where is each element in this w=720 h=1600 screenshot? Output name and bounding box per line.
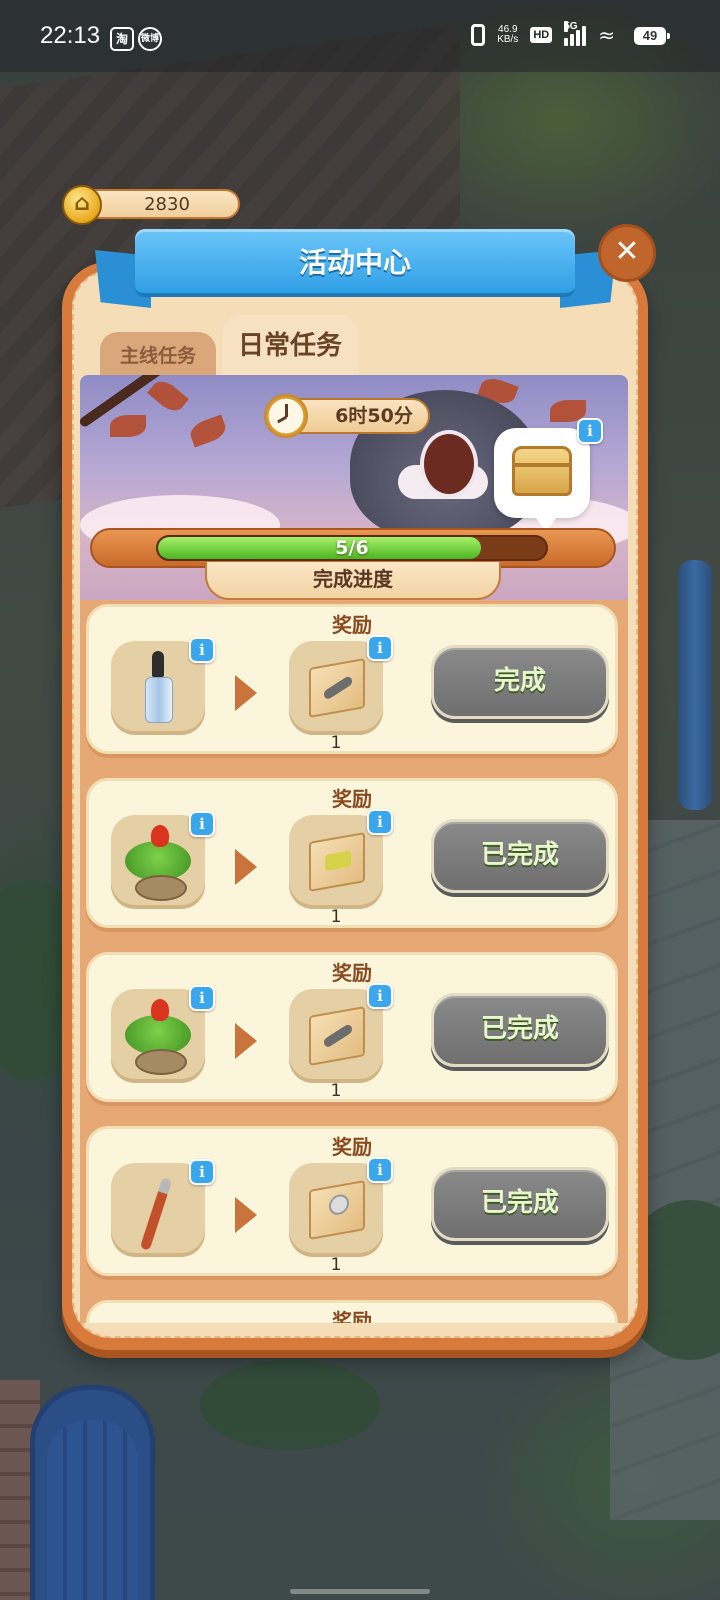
signal-icon: 5G <box>564 21 587 46</box>
background-lamp <box>678 560 712 810</box>
arrow-right-icon <box>235 675 257 711</box>
vibrate-icon <box>471 24 486 46</box>
title-banner: 活动中心 <box>135 229 575 297</box>
tulip-pot-icon <box>121 823 195 901</box>
reward-label: 奖励 <box>332 1309 372 1323</box>
weibo-icon: 微博 <box>138 27 162 51</box>
info-icon[interactable]: i <box>189 637 215 663</box>
soap-box-icon <box>309 832 365 892</box>
tab-daily-quests[interactable]: 日常任务 <box>222 315 358 379</box>
knob-box-icon <box>309 1180 365 1240</box>
task-card: 奖励 i i 1 已完成 <box>86 778 618 928</box>
info-icon[interactable]: i <box>189 1159 215 1185</box>
close-icon: ✕ <box>614 234 640 269</box>
info-icon[interactable]: i <box>367 809 393 835</box>
crowbar-icon <box>133 1173 183 1251</box>
background-door <box>30 1385 155 1600</box>
reward-label: 奖励 <box>332 1135 372 1159</box>
task-list[interactable]: 奖励 i i 1 完成 奖励 i i 1 已完成 奖励 i i 1 已完成 奖励… <box>80 600 628 1323</box>
clock-icon <box>264 394 308 438</box>
info-icon[interactable]: i <box>367 1157 393 1183</box>
reward-label: 奖励 <box>332 613 372 637</box>
info-icon[interactable]: i <box>367 635 393 661</box>
toolbox-icon <box>309 658 365 718</box>
status-bar: 22:13 淘 微博 46.9 KB/s HD 5G ≈ 49 <box>0 0 720 72</box>
completed-button[interactable]: 已完成 <box>431 1167 609 1241</box>
leaf <box>147 376 189 416</box>
completed-button[interactable]: 已完成 <box>431 819 609 893</box>
arrow-right-icon <box>235 1023 257 1059</box>
task-card: 奖励 i i 1 已完成 <box>86 1126 618 1276</box>
network-type: 5G <box>564 21 578 32</box>
reward-quantity: 1 <box>330 1081 342 1101</box>
wifi-icon: ≈ <box>598 23 615 47</box>
completed-button[interactable]: 已完成 <box>431 993 609 1067</box>
info-icon[interactable]: i <box>367 983 393 1009</box>
panel-title: 活动中心 <box>298 246 411 279</box>
toolbox-icon <box>309 1006 365 1066</box>
currency-counter: 2830 <box>78 189 240 219</box>
progress-count: 5/6 <box>335 537 369 559</box>
net-speed: 46.9 KB/s <box>497 25 518 45</box>
tulip-pot-icon <box>121 997 195 1075</box>
hd-icon: HD <box>530 27 553 43</box>
info-icon[interactable]: i <box>189 811 215 837</box>
task-card: 奖励 i i 1 已完成 <box>86 952 618 1102</box>
taobao-icon: 淘 <box>110 27 134 51</box>
reward-quantity: 1 <box>330 1255 342 1275</box>
chest-reward-bubble[interactable] <box>494 428 590 532</box>
net-speed-unit: KB/s <box>497 34 519 45</box>
complete-button[interactable]: 完成 <box>431 645 609 719</box>
reward-label: 奖励 <box>332 787 372 811</box>
dropper-bottle-icon <box>145 651 173 723</box>
task-card: 奖励 i i 1 完成 <box>86 604 618 754</box>
status-time: 22:13 <box>40 22 101 49</box>
info-icon[interactable]: i <box>189 985 215 1011</box>
close-button[interactable]: ✕ <box>598 224 656 282</box>
arrow-right-icon <box>235 849 257 885</box>
leaf <box>110 415 146 437</box>
info-icon[interactable]: i <box>577 418 603 444</box>
tab-main-quests[interactable]: 主线任务 <box>100 332 216 378</box>
reward-label: 奖励 <box>332 961 372 985</box>
home-indicator[interactable] <box>290 1589 430 1594</box>
treasure-chest-icon <box>512 446 572 496</box>
arrow-right-icon <box>235 1197 257 1233</box>
progress-label: 完成进度 <box>205 562 501 600</box>
reward-quantity: 1 <box>330 733 342 753</box>
house-coin-icon <box>62 185 102 225</box>
battery-icon: 49 <box>634 27 670 45</box>
background-bush <box>200 1360 380 1450</box>
mole-eye <box>420 430 478 498</box>
leaf <box>187 414 229 448</box>
reward-quantity: 1 <box>330 907 342 927</box>
task-card: 奖励 i i <box>86 1300 618 1323</box>
